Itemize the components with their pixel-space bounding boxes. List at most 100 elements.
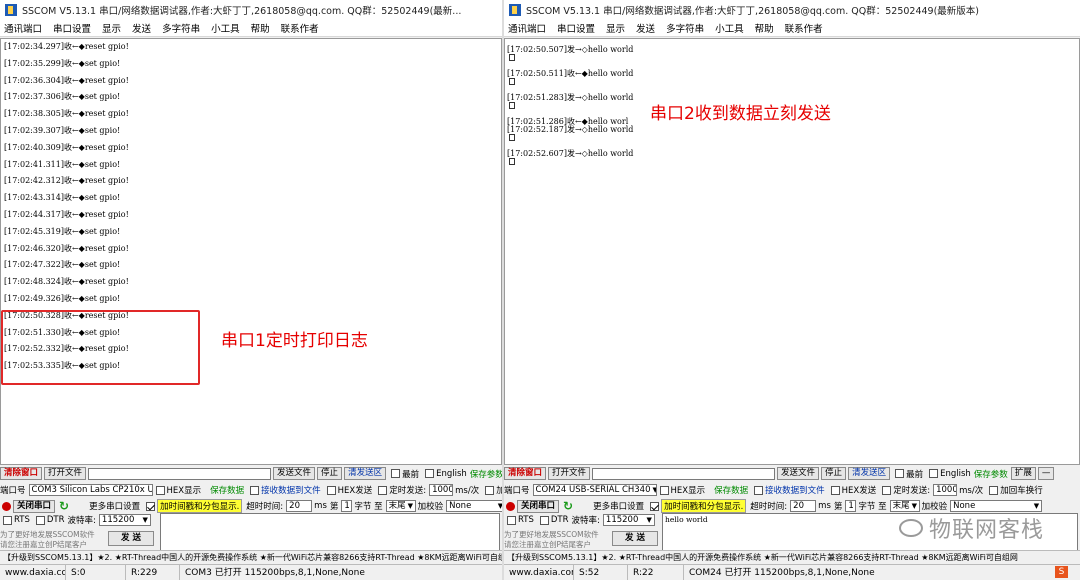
timeout-input[interactable]: 20 [790, 500, 816, 512]
clear-send-button[interactable]: 清发送区 [848, 467, 890, 480]
menu-item-serial-settings[interactable]: 串口设置 [557, 21, 595, 35]
menu-item-multi-string[interactable]: 多字符串 [162, 21, 200, 35]
save-data-link[interactable]: 保存数据 [210, 484, 244, 496]
port-select[interactable]: COM3 Silicon Labs CP210x U...▼ [29, 484, 153, 496]
news-ticker[interactable]: 【升级到SSCOM5.13.1】★2. ★RT-Thread中国人的开源免费操作… [0, 550, 502, 563]
send-button[interactable]: 发 送 [612, 531, 658, 546]
log-line [505, 78, 1079, 86]
close-port-button[interactable]: 关闭串口 [517, 500, 559, 513]
rts-checkbox[interactable] [3, 516, 12, 525]
ms-label: ms [818, 501, 831, 511]
dtr-checkbox[interactable] [36, 516, 45, 525]
dtr-label: DTR [47, 515, 65, 525]
more-settings-button[interactable]: 更多串口设置 [89, 500, 140, 512]
menu-item-contact[interactable]: 联系作者 [785, 21, 823, 35]
collapse-button[interactable]: — [1038, 467, 1055, 480]
checksum-select[interactable]: None▼ [446, 500, 502, 512]
send-file-button[interactable]: 发送文件 [777, 467, 819, 480]
baud-select[interactable]: 115200▼ [99, 514, 151, 526]
menu-item-port[interactable]: 通讯端口 [4, 21, 42, 35]
menu-item-serial-settings[interactable]: 串口设置 [53, 21, 91, 35]
recv-to-file-checkbox[interactable] [754, 486, 763, 495]
dtr-checkbox[interactable] [540, 516, 549, 525]
baud-select[interactable]: 115200▼ [603, 514, 655, 526]
log-line: [17:02:46.320]收←◆reset gpio! [1, 241, 501, 258]
byte-input[interactable]: 1 [341, 500, 352, 512]
menu-bar: 通讯端口 串口设置 显示 发送 多字符串 小工具 帮助 联系作者 [0, 20, 502, 37]
byte-no-label: 第 [834, 500, 843, 512]
english-checkbox[interactable] [425, 469, 434, 478]
timeout-label: 超时时间: [750, 500, 787, 512]
timestamp-checkbox[interactable] [146, 502, 155, 511]
rts-checkbox[interactable] [507, 516, 516, 525]
wechat-icon [899, 519, 923, 537]
stop-button[interactable]: 停止 [821, 467, 846, 480]
promo-line-2: 请您注册嘉立创P结尾客户 [0, 539, 87, 550]
recv-to-file-checkbox[interactable] [250, 486, 259, 495]
send-text-area[interactable] [160, 513, 500, 551]
hex-send-checkbox[interactable] [327, 486, 336, 495]
stop-button[interactable]: 停止 [317, 467, 342, 480]
highlight-box [1, 310, 200, 385]
clear-window-button[interactable]: 清除窗口 [0, 467, 42, 480]
timeout-input[interactable]: 20 [286, 500, 312, 512]
unprintable-char-icon [509, 134, 515, 141]
save-data-link[interactable]: 保存数据 [714, 484, 748, 496]
save-params-link[interactable]: 保存参数 [974, 468, 1008, 480]
status-site[interactable]: www.daxia.com [504, 565, 574, 580]
port-select[interactable]: COM24 USB-SERIAL CH340▼ [533, 484, 657, 496]
save-params-link[interactable]: 保存参数 [470, 468, 502, 480]
rts-label: RTS [518, 515, 534, 525]
expand-button[interactable]: 扩展 [1011, 467, 1036, 480]
status-site[interactable]: www.daxia.com [0, 565, 66, 580]
timed-send-checkbox[interactable] [882, 486, 891, 495]
clear-window-button[interactable]: 清除窗口 [504, 467, 546, 480]
append-crlf-checkbox[interactable] [485, 486, 494, 495]
menu-item-help[interactable]: 帮助 [755, 21, 774, 35]
file-path-input[interactable] [88, 468, 271, 480]
byte-input[interactable]: 1 [845, 500, 856, 512]
timeout-label: 超时时间: [246, 500, 283, 512]
refresh-icon[interactable]: ↻ [563, 499, 573, 513]
topmost-checkbox[interactable] [895, 469, 904, 478]
rts-label: RTS [14, 515, 30, 525]
timed-send-checkbox[interactable] [378, 486, 387, 495]
menu-item-tools[interactable]: 小工具 [211, 21, 240, 35]
timestamp-checkbox[interactable] [650, 502, 659, 511]
send-file-button[interactable]: 发送文件 [273, 467, 315, 480]
open-file-button[interactable]: 打开文件 [44, 467, 86, 480]
sscom-app-icon [5, 4, 17, 16]
hex-send-checkbox[interactable] [831, 486, 840, 495]
news-ticker[interactable]: 【升级到SSCOM5.13.1】★2. ★RT-Thread中国人的开源免费操作… [504, 550, 1080, 563]
chevron-down-icon: ▼ [653, 485, 657, 495]
menu-item-send[interactable]: 发送 [132, 21, 151, 35]
menu-item-multi-string[interactable]: 多字符串 [666, 21, 704, 35]
file-path-input[interactable] [592, 468, 775, 480]
tail-select[interactable]: 末尾▼ [890, 500, 920, 512]
send-button[interactable]: 发 送 [108, 531, 154, 546]
english-checkbox[interactable] [929, 469, 938, 478]
refresh-icon[interactable]: ↻ [59, 499, 69, 513]
interval-input[interactable]: 1000 [429, 484, 453, 496]
append-crlf-checkbox[interactable] [989, 486, 998, 495]
menu-item-contact[interactable]: 联系作者 [281, 21, 319, 35]
clear-send-button[interactable]: 清发送区 [344, 467, 386, 480]
menu-item-display[interactable]: 显示 [102, 21, 121, 35]
topmost-checkbox[interactable] [391, 469, 400, 478]
menu-item-display[interactable]: 显示 [606, 21, 625, 35]
log-line: [17:02:43.314]收←◆set gpio! [1, 190, 501, 207]
tail-select[interactable]: 末尾▼ [386, 500, 416, 512]
menu-item-port[interactable]: 通讯端口 [508, 21, 546, 35]
menu-item-send[interactable]: 发送 [636, 21, 655, 35]
menu-item-tools[interactable]: 小工具 [715, 21, 744, 35]
interval-input[interactable]: 1000 [933, 484, 957, 496]
hex-display-checkbox[interactable] [156, 486, 165, 495]
checksum-select[interactable]: None▼ [950, 500, 1042, 512]
more-settings-button[interactable]: 更多串口设置 [593, 500, 644, 512]
open-file-button[interactable]: 打开文件 [548, 467, 590, 480]
menu-item-help[interactable]: 帮助 [251, 21, 270, 35]
hex-display-checkbox[interactable] [660, 486, 669, 495]
close-port-button[interactable]: 关闭串口 [13, 500, 55, 513]
receive-log[interactable]: [17:02:34.297]收←◆reset gpio![17:02:35.29… [0, 38, 502, 465]
title-bar: SSCOM V5.13.1 串口/网络数据调试器,作者:大虾丁丁,2618058… [504, 0, 1080, 20]
